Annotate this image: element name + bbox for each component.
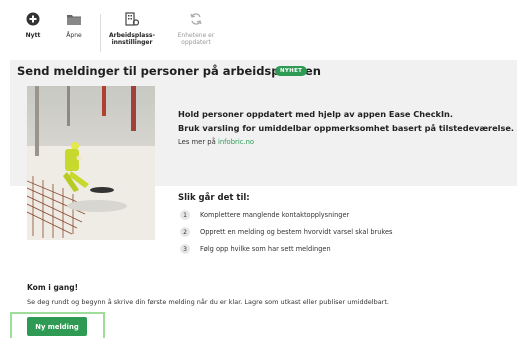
get-started-text: Se deg rundt og begynn å skrive din førs…: [27, 298, 389, 306]
new-label: Nytt: [25, 32, 41, 39]
info-line-1: Hold personer oppdatert med hjelp av app…: [178, 109, 453, 119]
workplace-settings-button[interactable]: Arbeidsplass- innstillinger: [102, 10, 162, 46]
how-title: Slik går det til:: [178, 193, 250, 203]
plus-circle-icon: [24, 10, 42, 28]
toolbar: Nytt Åpne Arbeidsplass- innstillinger En…: [0, 0, 517, 58]
get-started-title: Kom i gang!: [27, 283, 78, 292]
workplace-settings-label-2: innstillinger: [111, 39, 153, 46]
step-text: Opprett en melding og bestem hvorvidt va…: [200, 228, 393, 236]
step-text: Følg opp hvilke som har sett meldingen: [200, 245, 331, 253]
new-badge: NYHET: [275, 66, 308, 76]
step-number: 1: [180, 210, 190, 220]
new-message-button[interactable]: Ny melding: [27, 317, 87, 336]
step-number: 3: [180, 244, 190, 254]
toolbar-divider: [100, 14, 101, 52]
open-label: Åpne: [66, 32, 82, 39]
step-item: 2 Opprett en melding og bestem hvorvidt …: [180, 227, 392, 237]
infobric-link[interactable]: infobric.no: [218, 138, 254, 146]
workplace-settings-label-1: Arbeidsplass-: [109, 32, 155, 39]
step-item: 3 Følg opp hvilke som har sett meldingen: [180, 244, 331, 254]
update-units-button[interactable]: Enhetene er oppdatert: [166, 10, 226, 46]
read-more: Les mer på infobric.no: [178, 138, 254, 146]
step-text: Komplettere manglende kontaktopplysninge…: [200, 211, 350, 219]
update-units-label-1: Enhetene er: [177, 32, 215, 39]
step-number: 2: [180, 227, 190, 237]
sync-icon: [187, 10, 205, 28]
building-settings-icon: [123, 10, 141, 28]
hero-image: [27, 86, 155, 240]
open-button[interactable]: Åpne: [44, 10, 104, 39]
update-units-label-2: oppdatert: [181, 39, 211, 46]
info-line-2: Bruk varsling for umiddelbar oppmerksomh…: [178, 123, 514, 133]
step-item: 1 Komplettere manglende kontaktopplysnin…: [180, 210, 349, 220]
read-more-prefix: Les mer på: [178, 138, 216, 146]
folder-icon: [65, 10, 83, 28]
